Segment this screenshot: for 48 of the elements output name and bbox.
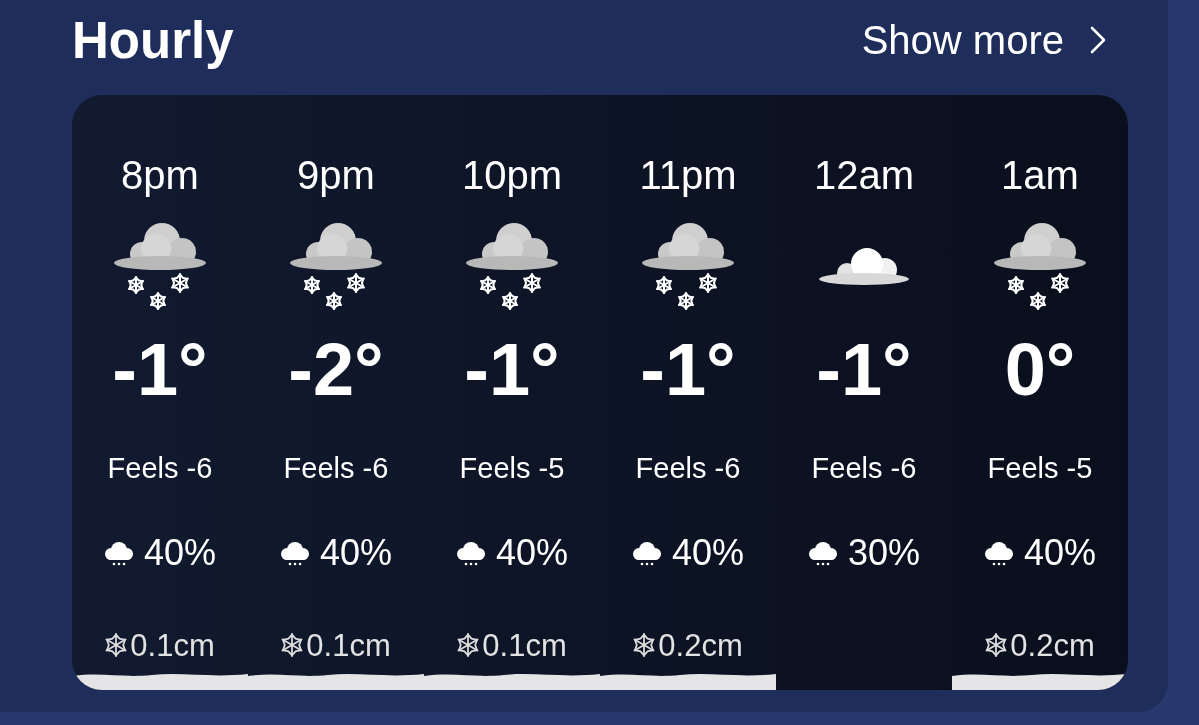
- cloud-drizzle-icon: [983, 540, 1014, 566]
- snow-cloud-icon: [114, 221, 206, 311]
- feels-like-text: Feels -6: [283, 453, 389, 483]
- cloud-drizzle-icon: [279, 540, 310, 566]
- snowfall-amount: 0.1cm: [130, 629, 215, 661]
- snow-cloud-icon: [642, 221, 734, 311]
- hour-label: 1am: [1001, 155, 1079, 195]
- precipitation-chance: 40%: [671, 535, 745, 571]
- temperature: -1°: [112, 333, 208, 407]
- feels-like-text: Feels -5: [987, 453, 1093, 483]
- snowflake-icon: [281, 633, 304, 657]
- snow-cloud-icon: [994, 221, 1086, 311]
- hour-label: 9pm: [297, 155, 375, 195]
- snowflake-icon: [457, 633, 480, 657]
- snowflake-icon: [633, 633, 656, 657]
- feels-like-text: Feels -5: [459, 453, 565, 483]
- precipitation-chance: 40%: [319, 535, 393, 571]
- cloud-drizzle-icon: [631, 540, 662, 566]
- snow-cloud-icon: [290, 221, 382, 311]
- cloud-icon: [819, 246, 909, 286]
- precipitation-chance: 40%: [495, 535, 569, 571]
- snowflake-icon: [105, 633, 128, 657]
- chevron-right-icon: [1090, 26, 1106, 54]
- cloud-drizzle-icon: [807, 540, 838, 566]
- snowflake-icon: [985, 633, 1008, 657]
- precipitation-chance: 40%: [1023, 535, 1097, 571]
- cloud-drizzle-icon: [455, 540, 486, 566]
- temperature: -2°: [288, 333, 384, 407]
- hour-label: 10pm: [461, 155, 563, 195]
- feels-like-text: Feels -6: [811, 453, 917, 483]
- precipitation-chance: 40%: [143, 535, 217, 571]
- feels-like-text: Feels -6: [635, 453, 741, 483]
- temperature: -1°: [640, 333, 736, 407]
- hour-label: 12am: [813, 155, 915, 195]
- temperature: -1°: [816, 333, 912, 407]
- snowfall-amount: 0.1cm: [306, 629, 391, 661]
- snowfall-amount: 0.2cm: [1010, 629, 1095, 661]
- snowfall-amount: 0.1cm: [482, 629, 567, 661]
- precipitation-chance: 30%: [847, 535, 921, 571]
- snow-cloud-icon: [466, 221, 558, 311]
- feels-like-text: Feels -6: [107, 453, 213, 483]
- hour-label: 8pm: [121, 155, 199, 195]
- temperature: -1°: [464, 333, 560, 407]
- snowfall-amount: 0.2cm: [658, 629, 743, 661]
- hour-label: 11pm: [639, 155, 737, 195]
- temperature: 0°: [1004, 333, 1076, 407]
- cloud-drizzle-icon: [103, 540, 134, 566]
- show-more-link[interactable]: Show more: [861, 20, 1106, 60]
